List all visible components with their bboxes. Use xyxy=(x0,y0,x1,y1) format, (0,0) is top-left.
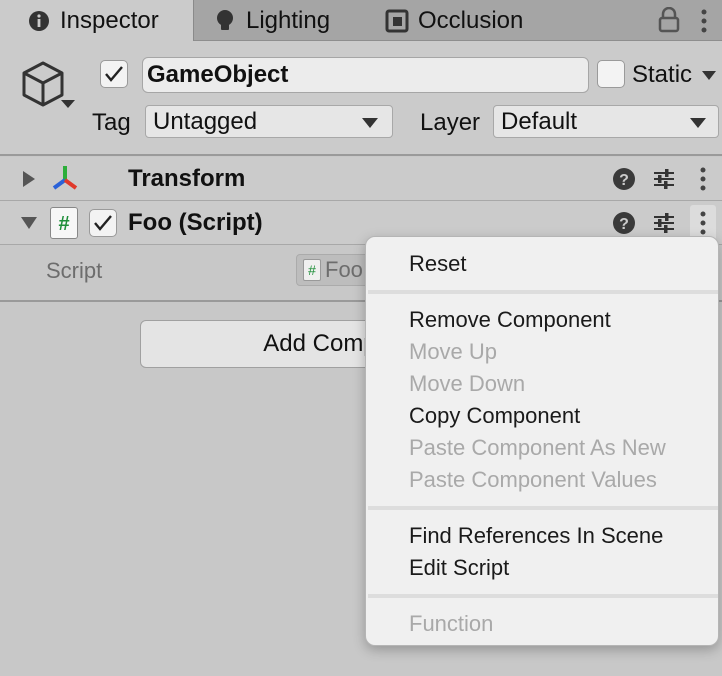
menu-item-remove-component[interactable]: Remove Component xyxy=(409,307,611,333)
menu-item-edit-script[interactable]: Edit Script xyxy=(409,555,509,581)
active-checkbox[interactable] xyxy=(100,60,128,88)
menu-item-paste-component-values[interactable]: Paste Component Values xyxy=(409,467,657,493)
script-icon: # xyxy=(50,207,78,239)
menu-item-paste-component-as-new[interactable]: Paste Component As New xyxy=(409,435,666,461)
tab-inspector[interactable]: Inspector xyxy=(0,0,194,42)
tag-dropdown[interactable]: Untagged xyxy=(145,105,393,138)
tab-bar: Inspector Lighting Occlusion xyxy=(0,0,722,42)
foldout-arrow-down-icon[interactable] xyxy=(20,216,38,235)
component-enabled-checkbox[interactable] xyxy=(89,209,117,237)
transform-component-header[interactable]: Transform ? xyxy=(0,157,722,201)
component-title: Transform xyxy=(128,165,246,192)
tab-label: Occlusion xyxy=(418,6,524,34)
menu-item-move-down[interactable]: Move Down xyxy=(409,371,525,397)
static-checkbox[interactable] xyxy=(597,60,625,88)
occlusion-icon xyxy=(384,8,410,34)
svg-text:#: # xyxy=(58,213,69,234)
help-icon[interactable]: ? xyxy=(612,167,636,196)
script-field-label: Script xyxy=(46,258,103,283)
menu-separator xyxy=(368,594,718,598)
layer-dropdown[interactable]: Default xyxy=(493,105,719,138)
layer-label: Layer xyxy=(420,109,481,136)
svg-text:?: ? xyxy=(619,216,629,233)
presets-icon[interactable] xyxy=(652,167,676,196)
layer-value: Default xyxy=(501,107,578,135)
menu-item-function[interactable]: Function xyxy=(409,611,493,637)
chevron-down-icon xyxy=(362,118,378,128)
tab-lighting[interactable]: Lighting xyxy=(212,0,372,41)
object-name-input[interactable]: GameObject xyxy=(142,57,589,93)
gameobject-cube-icon[interactable] xyxy=(20,59,78,115)
chevron-down-icon xyxy=(690,118,706,128)
menu-separator xyxy=(368,506,718,510)
component-context-menu: Reset Remove Component Move Up Move Down… xyxy=(365,236,719,646)
tab-occlusion[interactable]: Occlusion xyxy=(384,0,574,41)
menu-separator xyxy=(368,290,718,294)
static-dropdown-icon[interactable] xyxy=(701,69,717,87)
static-label: Static xyxy=(632,61,693,88)
script-icon: # xyxy=(303,259,321,281)
gameobject-header: GameObject Static Tag Untagged Layer Def… xyxy=(0,41,722,156)
menu-item-copy-component[interactable]: Copy Component xyxy=(409,403,580,429)
transform-icon xyxy=(50,163,80,193)
info-icon xyxy=(26,8,52,34)
checkmark-icon xyxy=(94,215,112,231)
menu-item-find-references-in-scene[interactable]: Find References In Scene xyxy=(409,523,663,549)
script-field-value: Foo xyxy=(325,257,363,282)
component-title: Foo (Script) xyxy=(128,209,263,236)
menu-item-move-up[interactable]: Move Up xyxy=(409,339,497,365)
tab-menu-icon[interactable] xyxy=(700,8,716,34)
kebab-menu-icon[interactable] xyxy=(699,166,707,197)
svg-text:?: ? xyxy=(619,172,629,189)
tab-label: Lighting xyxy=(246,6,331,34)
tag-label: Tag xyxy=(92,109,131,136)
menu-item-reset[interactable]: Reset xyxy=(409,251,466,277)
tab-label: Inspector xyxy=(60,7,159,34)
bulb-icon xyxy=(212,8,238,34)
svg-text:#: # xyxy=(308,262,316,278)
tag-value: Untagged xyxy=(153,107,258,135)
foldout-arrow-right-icon[interactable] xyxy=(22,170,36,193)
lock-icon[interactable] xyxy=(658,6,684,33)
checkmark-icon xyxy=(105,66,123,82)
